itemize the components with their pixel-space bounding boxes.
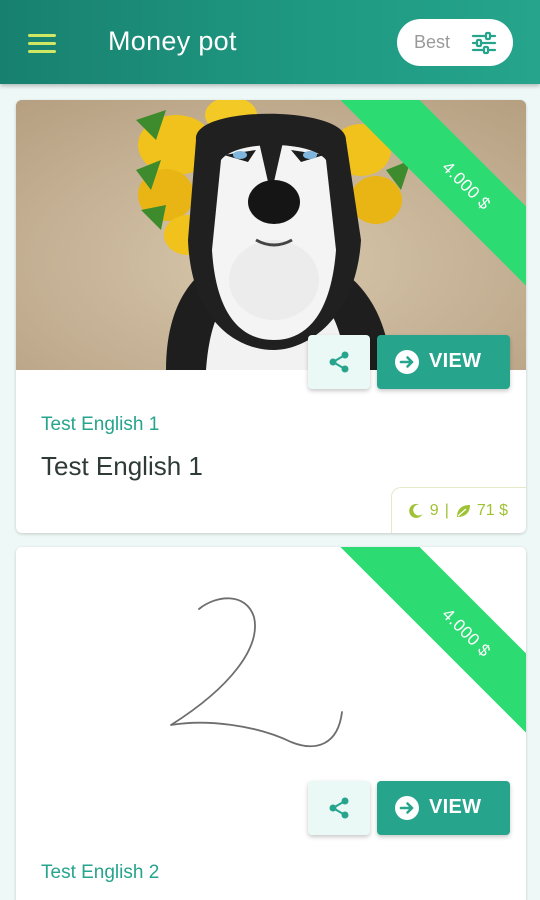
arrow-right-circle-icon	[395, 350, 419, 374]
view-button[interactable]: VIEW	[377, 335, 510, 389]
share-button[interactable]	[308, 335, 370, 389]
view-button-label: VIEW	[429, 796, 482, 818]
hamburger-menu-icon[interactable]	[22, 28, 62, 58]
card-image-husky-dog-with-flower-crown: 4.000 $	[16, 100, 526, 370]
prize-ribbon: 4.000 $	[340, 547, 526, 757]
stat-separator: |	[444, 501, 449, 519]
money-pot-card[interactable]: 4.000 $ VIEW Test English 1 Test English…	[16, 100, 526, 533]
card-subtitle: Test English 1	[41, 414, 160, 435]
share-icon	[329, 351, 349, 373]
app-title: Money pot	[108, 26, 237, 56]
card-image-handwritten-number-2: 4.000 $	[16, 547, 526, 817]
sort-label: Best	[414, 32, 451, 52]
app-bar: Money pot Best	[0, 0, 540, 84]
arrow-right-circle-icon	[395, 796, 419, 820]
money-pot-card[interactable]: 4.000 $ VIEW Test English 2	[16, 547, 526, 900]
stat-count: 9	[429, 501, 439, 519]
sliders-icon	[471, 31, 497, 55]
card-stats: 9 | 71 $	[390, 487, 526, 533]
share-button[interactable]	[308, 781, 370, 835]
view-button-label: VIEW	[429, 350, 482, 372]
leaf-icon	[456, 504, 470, 517]
card-subtitle: Test English 2	[41, 862, 160, 883]
card-title: Test English 1	[41, 451, 203, 481]
moon-icon	[409, 503, 423, 518]
view-button[interactable]: VIEW	[377, 781, 510, 835]
stat-amount: 71 $	[476, 501, 508, 519]
prize-ribbon: 4.000 $	[340, 100, 526, 310]
share-icon	[329, 797, 349, 819]
sort-filter-button[interactable]: Best	[397, 19, 513, 66]
